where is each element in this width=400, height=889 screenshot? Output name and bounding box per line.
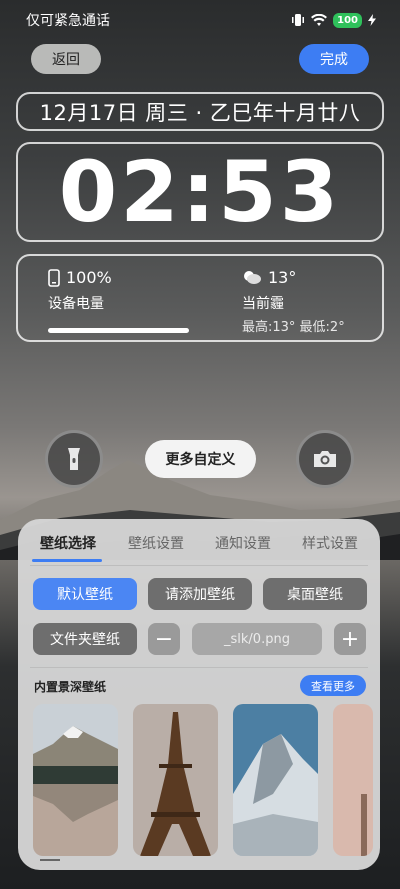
customize-button[interactable]: 更多自定义 [145,440,256,478]
wallpaper-path-input[interactable] [192,623,322,655]
battery-widget: 100% 设备电量 [48,268,198,333]
builtin-wallpaper-title: 内置景深壁纸 [34,680,107,694]
active-tab-indicator [32,559,102,562]
status-bar: 仅可紧急通话 100 [0,0,400,40]
info-widget[interactable]: 100% 设备电量 13° 当前霾 最高:13° 最低:2° [16,254,384,342]
desktop-wallpaper-button[interactable]: 桌面壁纸 [263,578,367,610]
back-button[interactable]: 返回 [31,44,101,74]
clock-time: 02:53 [58,143,342,241]
haze-weather-icon [244,270,261,284]
wallpaper-thumbnail-eiffel-tower[interactable] [133,704,218,856]
wifi-icon [311,13,328,26]
tab-notification-settings[interactable]: 通知设置 [215,533,271,553]
decrement-button[interactable]: − [148,623,180,655]
status-emergency-text: 仅可紧急通话 [26,13,110,29]
weather-widget: 13° 当前霾 最高:13° 最低:2° [242,268,372,335]
weather-condition: 当前霾 [242,296,284,312]
wallpaper-thumbnail-partial[interactable] [333,704,373,856]
settings-panel: 壁纸选择 壁纸设置 通知设置 样式设置 默认壁纸 请添加壁纸 桌面壁纸 文件夹壁… [18,519,380,870]
clock-widget[interactable]: 02:53 [16,142,384,242]
charging-icon [368,14,376,26]
wallpaper-thumbnail-snow-peak[interactable] [233,704,318,856]
tab-wallpaper-settings[interactable]: 壁纸设置 [128,533,184,553]
tab-wallpaper-select[interactable]: 壁纸选择 [40,533,96,553]
date-text: 12月17日 周三 · 乙巳年十月廿八 [39,100,361,125]
flashlight-icon [68,448,80,470]
scroll-handle [40,859,60,861]
battery-percent: 100% [66,268,112,287]
weather-range: 最高:13° 最低:2° [242,320,345,335]
flashlight-button[interactable] [45,430,103,488]
tab-divider [30,565,368,566]
add-wallpaper-button[interactable]: 请添加壁纸 [148,578,252,610]
default-wallpaper-button[interactable]: 默认壁纸 [33,578,137,610]
battery-level-bar [48,328,189,333]
view-more-button[interactable]: 查看更多 [300,675,366,696]
tab-style-settings[interactable]: 样式设置 [302,533,358,553]
battery-label: 设备电量 [48,296,104,312]
temperature: 13° [268,268,297,287]
folder-wallpaper-button[interactable]: 文件夹壁纸 [33,623,137,655]
wallpaper-thumbnail-lake-mountain[interactable] [33,704,118,856]
battery-indicator: 100 [333,12,362,28]
increment-button[interactable]: + [334,623,366,655]
vibrate-icon [292,14,305,26]
camera-button[interactable] [296,430,354,488]
camera-icon [314,451,336,467]
section-divider [30,667,368,668]
phone-battery-icon [48,268,60,287]
settings-tabs: 壁纸选择 壁纸设置 通知设置 样式设置 [18,533,380,563]
done-button[interactable]: 完成 [299,44,369,74]
date-widget[interactable]: 12月17日 周三 · 乙巳年十月廿八 [16,92,384,131]
status-indicators: 100 [291,12,376,28]
